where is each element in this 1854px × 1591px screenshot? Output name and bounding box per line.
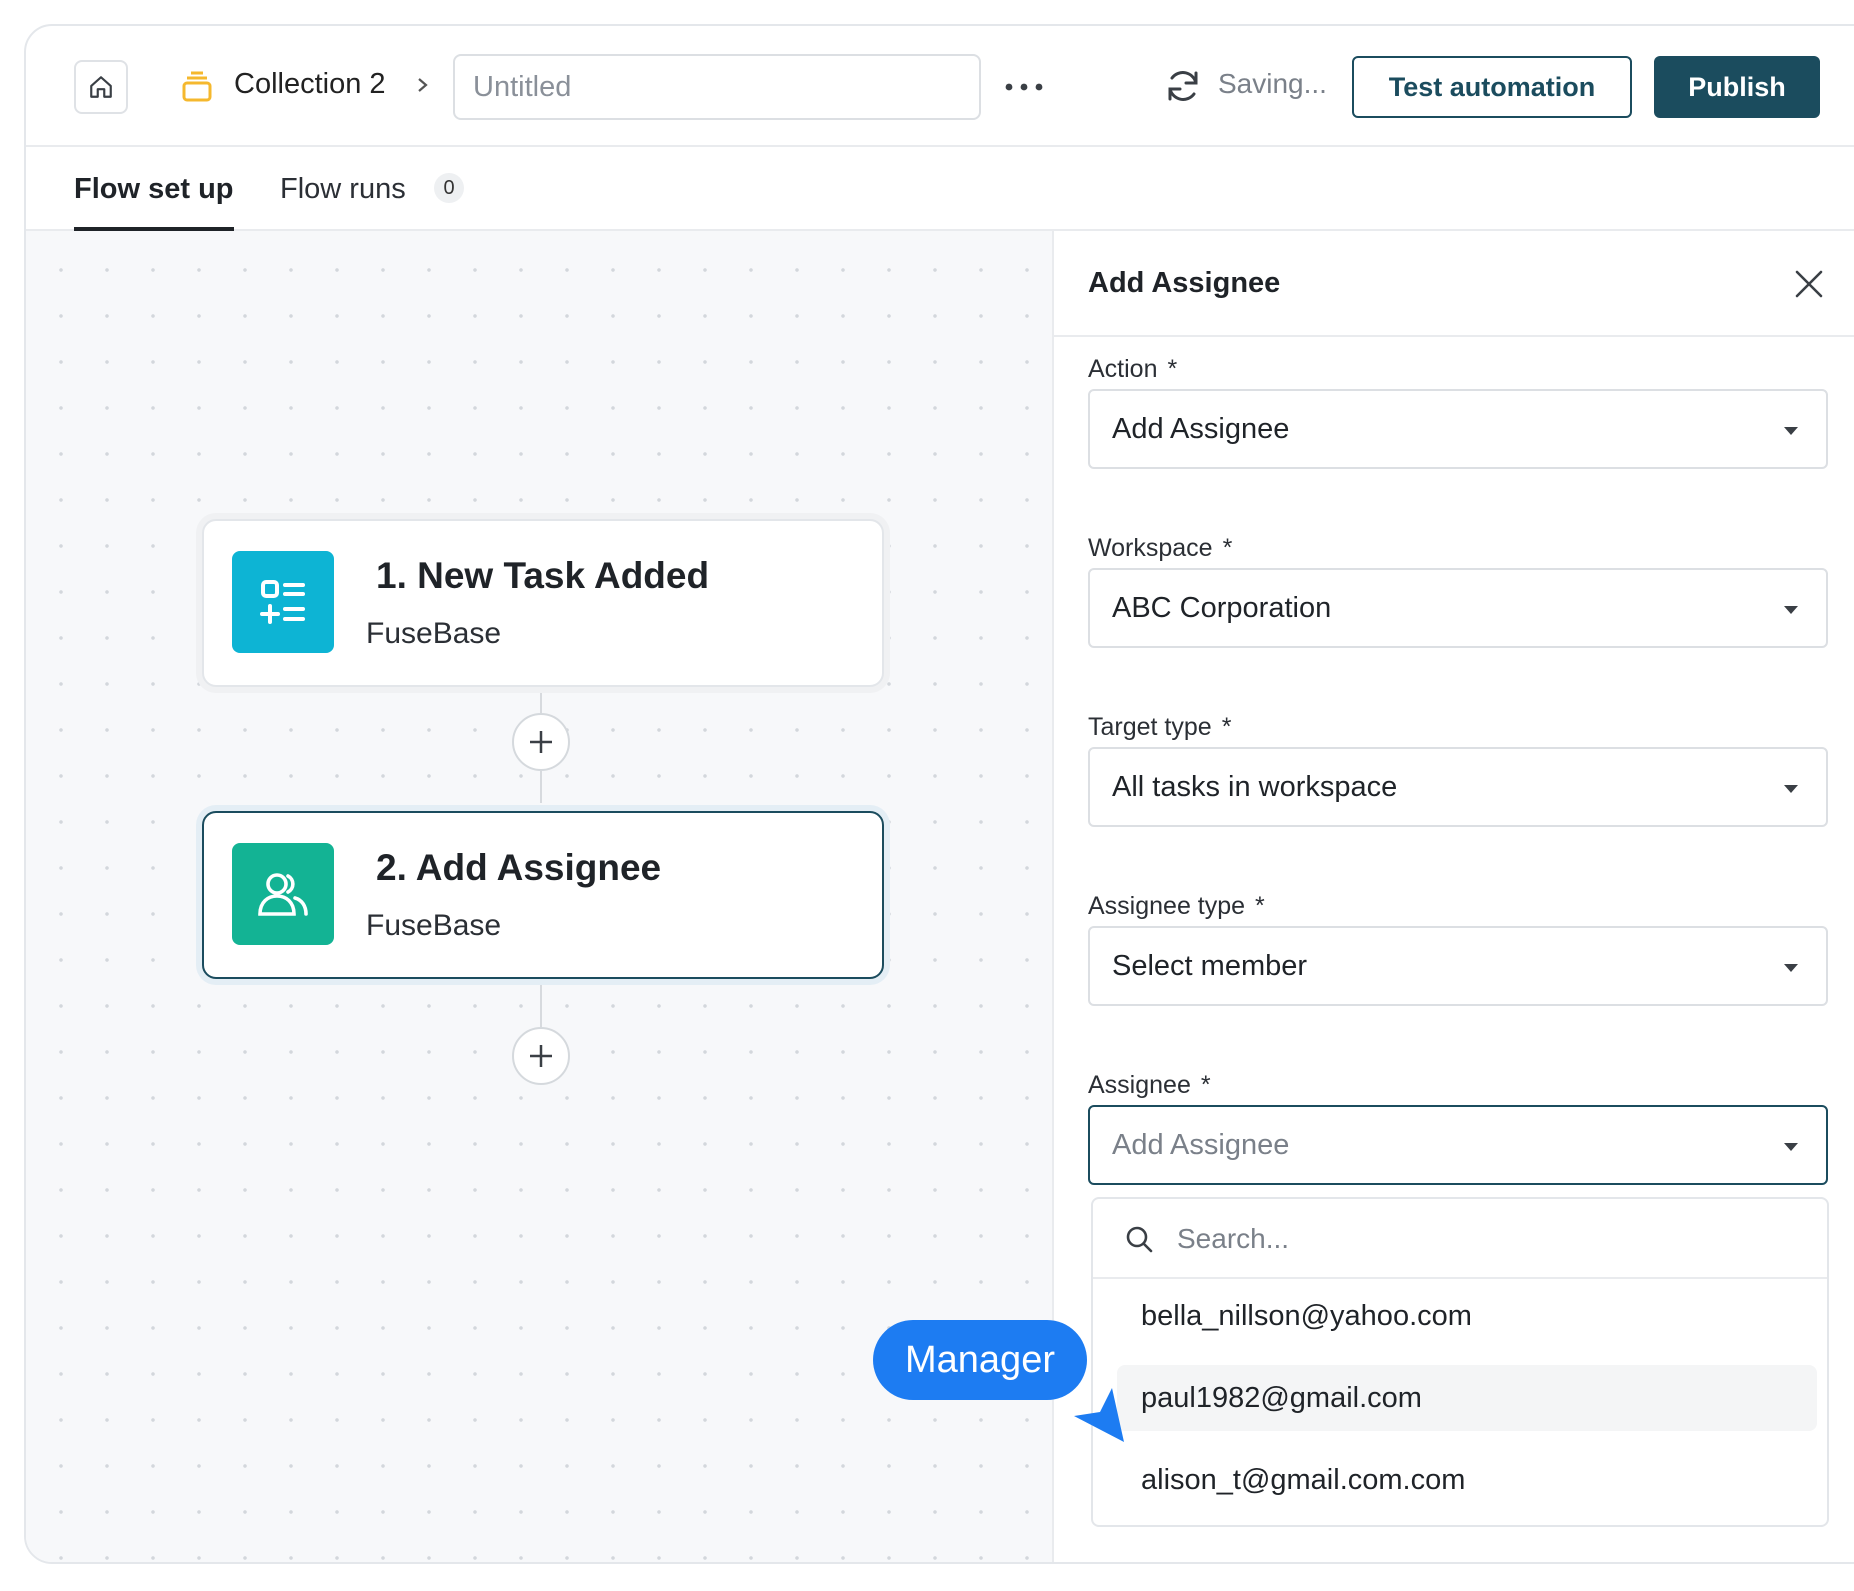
sync-icon xyxy=(1168,71,1198,101)
add-step-button[interactable] xyxy=(512,1027,570,1085)
breadcrumb-collection[interactable]: Collection 2 xyxy=(234,68,386,101)
plus-icon xyxy=(530,1045,552,1067)
saving-status: Saving... xyxy=(1218,68,1327,99)
tab-bar: Flow set up Flow runs 0 xyxy=(26,147,1854,231)
assignee-dropdown: bella_nillson@yahoo.com paul1982@gmail.c… xyxy=(1091,1197,1829,1527)
flow-node-trigger[interactable]: 1. New Task Added FuseBase xyxy=(202,519,884,687)
dropdown-search-row xyxy=(1093,1199,1827,1279)
more-dots-icon xyxy=(1005,83,1043,91)
manager-tooltip: Manager xyxy=(873,1320,1087,1400)
assignee-label: Assignee * xyxy=(1088,1071,1211,1099)
home-button[interactable] xyxy=(74,60,128,114)
node-app-name: FuseBase xyxy=(366,909,502,942)
node-title: 2. Add Assignee xyxy=(376,847,662,888)
users-icon xyxy=(258,873,308,916)
target-type-label: Target type * xyxy=(1088,713,1232,741)
caret-down-icon xyxy=(1784,964,1798,972)
assignee-type-select-value: Select member xyxy=(1112,949,1308,982)
plus-icon xyxy=(530,731,552,753)
collection-icon xyxy=(182,71,212,102)
tab-flow-setup[interactable]: Flow set up xyxy=(74,147,234,231)
workspace-label: Workspace * xyxy=(1088,534,1233,562)
target-type-select[interactable]: All tasks in workspace xyxy=(1088,747,1828,827)
action-select-value: Add Assignee xyxy=(1112,412,1290,445)
assignee-type-label: Assignee type * xyxy=(1088,892,1265,920)
task-list-icon xyxy=(260,580,305,624)
top-bar: Collection 2 Saving... Test automation P… xyxy=(26,26,1854,147)
chevron-right-icon xyxy=(418,78,428,92)
flow-node-action[interactable]: 2. Add Assignee FuseBase xyxy=(202,811,884,979)
publish-button[interactable]: Publish xyxy=(1654,56,1820,118)
pointer-cursor-icon xyxy=(1074,1388,1124,1442)
close-panel-button[interactable] xyxy=(1790,265,1828,303)
node-icon-container xyxy=(232,551,334,653)
panel-header: Add Assignee xyxy=(1054,231,1854,337)
node-app-name: FuseBase xyxy=(366,617,502,650)
caret-down-icon xyxy=(1784,1143,1798,1151)
node-icon-container xyxy=(232,843,334,945)
tab-flow-runs-label: Flow runs xyxy=(280,172,406,205)
more-options-button[interactable] xyxy=(996,64,1052,110)
assignee-select[interactable]: Add Assignee xyxy=(1088,1105,1828,1185)
automation-title-input[interactable] xyxy=(453,54,981,120)
tab-flow-setup-label: Flow set up xyxy=(74,172,234,205)
tab-flow-runs[interactable]: Flow runs xyxy=(280,147,406,231)
caret-down-icon xyxy=(1784,427,1798,435)
action-select[interactable]: Add Assignee xyxy=(1088,389,1828,469)
add-step-button[interactable] xyxy=(512,713,570,771)
workspace-select-value: ABC Corporation xyxy=(1112,591,1332,624)
assignee-option[interactable]: paul1982@gmail.com xyxy=(1117,1365,1817,1431)
workspace-select[interactable]: ABC Corporation xyxy=(1088,568,1828,648)
close-icon xyxy=(1795,270,1823,298)
search-icon xyxy=(1126,1226,1153,1253)
assignee-select-placeholder: Add Assignee xyxy=(1112,1128,1290,1161)
assignee-option[interactable]: alison_t@gmail.com.com xyxy=(1117,1447,1817,1513)
step-settings-panel: Add Assignee Action * Add Assignee Worksp… xyxy=(1052,231,1854,1562)
caret-down-icon xyxy=(1784,785,1798,793)
node-title: 1. New Task Added xyxy=(376,555,710,596)
test-automation-button[interactable]: Test automation xyxy=(1352,56,1632,118)
action-label: Action * xyxy=(1088,355,1178,383)
caret-down-icon xyxy=(1784,606,1798,614)
assignee-type-select[interactable]: Select member xyxy=(1088,926,1828,1006)
home-icon xyxy=(90,76,112,98)
panel-title: Add Assignee xyxy=(1088,267,1281,299)
assignee-search-input[interactable] xyxy=(1177,1215,1797,1263)
flow-runs-count-badge: 0 xyxy=(434,173,464,203)
assignee-option[interactable]: bella_nillson@yahoo.com xyxy=(1117,1283,1817,1349)
target-type-select-value: All tasks in workspace xyxy=(1112,770,1398,803)
